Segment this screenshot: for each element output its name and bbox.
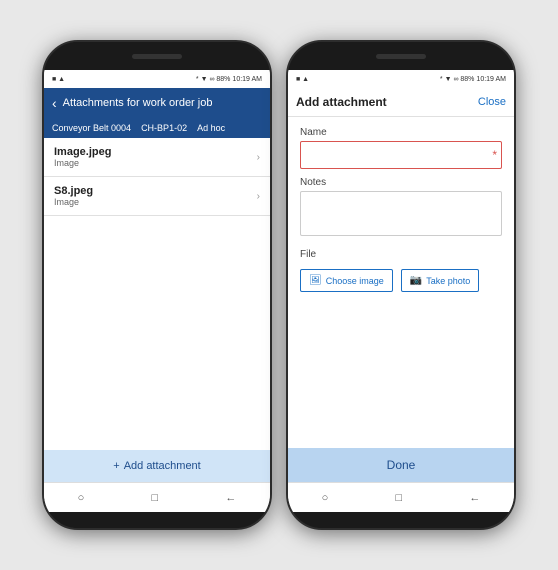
item-title-2: S8.jpeg <box>54 185 93 197</box>
info-item-2: CH-BP1-02 <box>141 123 187 133</box>
file-section: File 🖼 Choose image 📷 Take photo <box>300 249 502 292</box>
speaker <box>132 54 182 59</box>
done-label: Done <box>387 458 416 472</box>
recents-icon-2[interactable]: □ <box>395 492 402 504</box>
image-icon: 🖼 <box>309 275 322 286</box>
list-item[interactable]: S8.jpeg Image › <box>44 177 270 216</box>
phone-1-bottom-nav: ○ □ ← <box>44 482 270 512</box>
file-buttons: 🖼 Choose image 📷 Take photo <box>300 269 502 292</box>
speaker-2 <box>376 54 426 59</box>
status-right-1: * ▼ ∞ 88% 10:19 AM <box>196 76 262 83</box>
add-attachment-button[interactable]: + Add attachment <box>44 450 270 482</box>
phone-2: ■ ▲ * ▼ ∞ 88% 10:19 AM Add attachment Cl… <box>286 40 516 530</box>
required-star: * <box>492 148 497 162</box>
status-icons-left-1: ■ ▲ <box>52 76 65 83</box>
phone-1: ■ ▲ * ▼ ∞ 88% 10:19 AM ‹ Attachments for… <box>42 40 272 530</box>
notes-label: Notes <box>300 177 502 188</box>
home-icon-1[interactable]: ○ <box>78 492 85 504</box>
list-item-text-1: Image.jpeg Image <box>54 146 111 168</box>
name-label: Name <box>300 127 502 138</box>
close-button[interactable]: Close <box>478 96 506 108</box>
notes-field-group: Notes <box>300 177 502 241</box>
status-signal-2: * ▼ ∞ 88% <box>440 76 475 83</box>
list-item-text-2: S8.jpeg Image <box>54 185 93 207</box>
status-icons-left-2: ■ ▲ <box>296 76 309 83</box>
back-arrow-1[interactable]: ‹ <box>52 95 57 111</box>
name-input[interactable] <box>300 141 502 169</box>
phone-1-chin <box>44 512 270 528</box>
choose-image-label: Choose image <box>326 276 384 286</box>
form-title: Add attachment <box>296 95 387 109</box>
name-field-group: Name * <box>300 127 502 169</box>
info-item-3: Ad hoc <box>197 123 225 133</box>
name-input-wrapper: * <box>300 141 502 169</box>
item-sub-1: Image <box>54 158 111 168</box>
phone-2-chin <box>288 512 514 528</box>
status-time-2: 10:19 AM <box>476 76 506 83</box>
add-attachment-label: Add attachment <box>124 460 201 472</box>
home-icon-2[interactable]: ○ <box>322 492 329 504</box>
take-photo-button[interactable]: 📷 Take photo <box>401 269 480 292</box>
status-signal-1: * ▼ ∞ 88% <box>196 76 231 83</box>
item-title-1: Image.jpeg <box>54 146 111 158</box>
chevron-icon-2: › <box>257 191 260 202</box>
status-bar-1: ■ ▲ * ▼ ∞ 88% 10:19 AM <box>44 70 270 88</box>
phone-2-bottom-nav: ○ □ ← <box>288 482 514 512</box>
status-left-1: ■ ▲ <box>52 76 65 83</box>
back-icon-1[interactable]: ← <box>225 492 236 504</box>
camera-icon: 📷 <box>410 275 422 286</box>
attachments-list: Image.jpeg Image › S8.jpeg Image › <box>44 138 270 450</box>
phone-1-screen: ■ ▲ * ▼ ∞ 88% 10:19 AM ‹ Attachments for… <box>44 70 270 512</box>
phone-2-screen: ■ ▲ * ▼ ∞ 88% 10:19 AM Add attachment Cl… <box>288 70 514 512</box>
status-left-2: ■ ▲ <box>296 76 309 83</box>
status-time-1: 10:19 AM <box>232 76 262 83</box>
nav-bar-1: ‹ Attachments for work order job <box>44 88 270 118</box>
chevron-icon-1: › <box>257 152 260 163</box>
phone-2-top <box>288 42 514 70</box>
phone-1-top <box>44 42 270 70</box>
info-item-1: Conveyor Belt 0004 <box>52 123 131 133</box>
add-attachment-form: Name * Notes File 🖼 <box>288 117 514 448</box>
file-label: File <box>300 249 502 260</box>
add-icon: + <box>113 460 119 472</box>
status-right-2: * ▼ ∞ 88% 10:19 AM <box>440 76 506 83</box>
form-nav-bar: Add attachment Close <box>288 88 514 117</box>
take-photo-label: Take photo <box>426 276 470 286</box>
info-bar-1: Conveyor Belt 0004 CH-BP1-02 Ad hoc <box>44 118 270 138</box>
done-button[interactable]: Done <box>288 448 514 482</box>
list-item[interactable]: Image.jpeg Image › <box>44 138 270 177</box>
notes-input[interactable] <box>300 191 502 236</box>
item-sub-2: Image <box>54 197 93 207</box>
back-icon-2[interactable]: ← <box>469 492 480 504</box>
recents-icon-1[interactable]: □ <box>151 492 158 504</box>
nav-title-1: Attachments for work order job <box>63 97 213 109</box>
choose-image-button[interactable]: 🖼 Choose image <box>300 269 393 292</box>
status-bar-2: ■ ▲ * ▼ ∞ 88% 10:19 AM <box>288 70 514 88</box>
